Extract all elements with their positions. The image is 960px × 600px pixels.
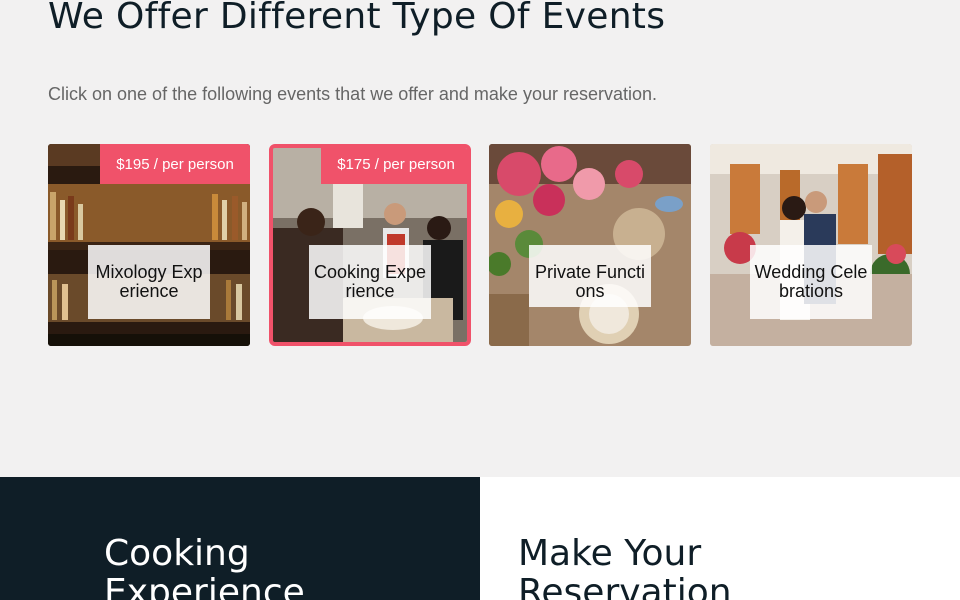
event-card-private-functions[interactable]: Private Functions	[489, 144, 691, 346]
price-badge: $175 / per person	[321, 148, 467, 184]
event-card-cooking[interactable]: $175 / per person Cooking Experience	[269, 144, 471, 346]
event-card-label: Private Functions	[529, 245, 651, 307]
event-card-mixology[interactable]: $195 / per person Mixology Experience	[48, 144, 250, 346]
section-subtitle: Click on one of the following events tha…	[48, 84, 658, 104]
price-badge: $195 / per person	[100, 144, 250, 184]
event-card-label: Mixology Experience	[88, 245, 210, 319]
event-details-title: Cooking Experience	[104, 533, 305, 600]
event-card-label: Wedding Celebrations	[750, 245, 872, 319]
event-cards: $195 / per person Mixology Experience $1…	[48, 144, 912, 346]
reservation-title: Make Your Reservation	[518, 533, 732, 600]
event-card-wedding[interactable]: Wedding Celebrations	[710, 144, 912, 346]
section-title: We Offer Different Type Of Events	[48, 0, 666, 37]
reservation-panel: Make Your Reservation	[480, 477, 960, 600]
event-details-panel: Cooking Experience	[0, 477, 480, 600]
event-card-label: Cooking Experience	[309, 245, 431, 319]
